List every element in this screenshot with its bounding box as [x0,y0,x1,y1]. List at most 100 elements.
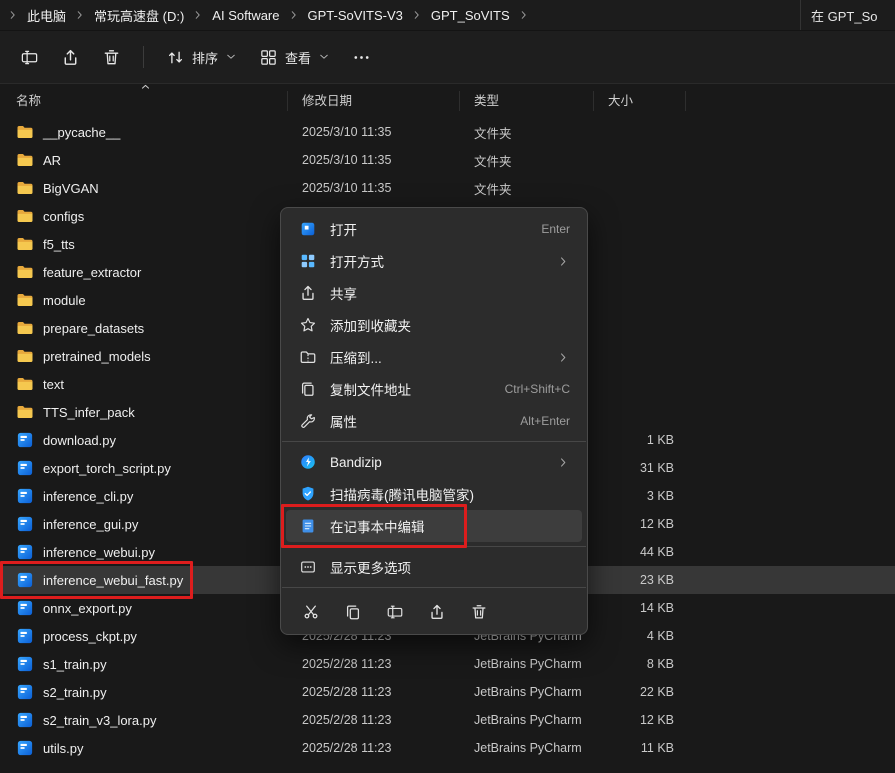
cut-button[interactable] [293,596,329,628]
menu-item-copy-file-path[interactable]: 复制文件地址 Ctrl+Shift+C [286,373,582,405]
toolbar: 排序 查看 [0,31,895,84]
trash-icon [470,603,488,621]
submenu-chevron-icon [557,456,570,469]
rename-icon [386,603,404,621]
zip-folder-icon [298,347,318,367]
menu-item-shortcut: Ctrl+Shift+C [505,382,570,396]
sort-button[interactable]: 排序 [156,39,247,75]
python-file-icon [16,543,34,561]
rename-button[interactable] [377,596,413,628]
file-name: AR [43,153,61,168]
file-date: 2025/2/28 11:23 [288,741,460,755]
wrench-icon [298,411,318,431]
menu-separator [282,587,586,588]
chevron-right-icon [7,9,19,21]
view-button[interactable]: 查看 [249,39,340,75]
chevron-right-icon [192,9,204,21]
python-file-icon [16,627,34,645]
file-row[interactable]: s2_train.py 2025/2/28 11:23 JetBrains Py… [0,678,895,706]
menu-item-scan-virus[interactable]: 扫描病毒(腾讯电脑管家) [286,478,582,510]
file-name: __pycache__ [43,125,120,140]
menu-item-label: 压缩到... [330,347,557,367]
breadcrumb-item[interactable]: 常玩高速盘 (D:) [87,3,191,28]
delete-button[interactable] [461,596,497,628]
search-input[interactable]: 在 GPT_So [800,0,895,30]
breadcrumb-bar: 此电脑 常玩高速盘 (D:) AI Software GPT-SoVITS-V3… [0,0,895,31]
share-button[interactable] [419,596,455,628]
file-row[interactable]: s2_train_v3_lora.py 2025/2/28 11:23 JetB… [0,706,895,734]
file-date: 2025/2/28 11:23 [288,657,460,671]
trash-icon [102,48,121,67]
python-file-icon [16,711,34,729]
breadcrumb-item[interactable]: GPT_SoVITS [424,5,517,26]
more-options-button[interactable] [342,39,381,75]
file-name: module [43,293,86,308]
file-date: 2025/3/10 11:35 [288,181,460,195]
file-row[interactable]: s1_train.py 2025/2/28 11:23 JetBrains Py… [0,650,895,678]
file-row[interactable]: BigVGAN 2025/3/10 11:35 文件夹 [0,174,895,202]
file-size: 1 KB [594,433,686,447]
menu-item-shortcut: Alt+Enter [520,414,570,428]
file-row[interactable]: utils.py 2025/2/28 11:23 JetBrains PyCha… [0,734,895,762]
folder-icon [16,263,34,281]
context-menu: 打开 Enter 打开方式 共享 添加到收藏夹 压缩到... 复制文件地址 Ct… [280,207,588,635]
scissors-icon [302,603,320,621]
column-header-date[interactable]: 修改日期 [288,91,460,111]
column-header-row: 名称 修改日期 类型 大小 [0,84,895,118]
more-options-icon [298,557,318,577]
file-name: utils.py [43,741,83,756]
menu-item-edit-in-notepad[interactable]: 在记事本中编辑 [286,510,582,542]
menu-item-open-with[interactable]: 打开方式 [286,245,582,277]
folder-icon [16,179,34,197]
share-icon [298,283,318,303]
delete-button[interactable] [92,39,131,75]
file-name: s2_train.py [43,685,107,700]
breadcrumb-item[interactable]: GPT-SoVITS-V3 [301,5,410,26]
file-name: process_ckpt.py [43,629,137,644]
sort-ascending-icon [140,81,151,92]
star-icon [298,315,318,335]
breadcrumb-item[interactable]: 此电脑 [20,3,73,28]
file-row[interactable]: __pycache__ 2025/3/10 11:35 文件夹 [0,118,895,146]
menu-item-open[interactable]: 打开 Enter [286,213,582,245]
file-name: f5_tts [43,237,75,252]
file-name: feature_extractor [43,265,141,280]
python-file-icon [16,515,34,533]
breadcrumb-item-label: 此电脑 [27,9,66,24]
folder-icon [16,123,34,141]
column-header-name[interactable]: 名称 [0,91,288,111]
menu-item-bandizip[interactable]: Bandizip [286,446,582,478]
file-size: 44 KB [594,545,686,559]
python-file-icon [16,683,34,701]
menu-item-shortcut: Enter [541,222,570,236]
context-menu-actions [281,592,587,630]
folder-icon [16,375,34,393]
file-type: 文件夹 [460,179,594,198]
file-name: TTS_infer_pack [43,405,135,420]
share-icon [61,48,80,67]
menu-item-show-more-options[interactable]: 显示更多选项 [286,551,582,583]
column-header-type[interactable]: 类型 [460,91,594,111]
file-type: JetBrains PyCharm [460,713,594,727]
column-header-size[interactable]: 大小 [594,91,686,111]
menu-item-add-to-favorites[interactable]: 添加到收藏夹 [286,309,582,341]
menu-item-label: 打开 [330,219,541,239]
share-button[interactable] [51,39,90,75]
grid-view-icon [259,48,278,67]
copy-path-icon [298,379,318,399]
view-label: 查看 [285,48,311,67]
file-type: JetBrains PyCharm [460,741,594,755]
python-file-icon [16,739,34,757]
menu-item-compress-to[interactable]: 压缩到... [286,341,582,373]
menu-item-share[interactable]: 共享 [286,277,582,309]
rename-button[interactable] [10,39,49,75]
copy-button[interactable] [335,596,371,628]
file-name: inference_webui.py [43,545,155,560]
breadcrumb-item[interactable]: AI Software [205,5,286,26]
file-name: inference_webui_fast.py [43,573,183,588]
toolbar-divider [143,46,144,68]
bandizip-icon [298,452,318,472]
menu-item-properties[interactable]: 属性 Alt+Enter [286,405,582,437]
file-size: 11 KB [594,741,686,755]
file-row[interactable]: AR 2025/3/10 11:35 文件夹 [0,146,895,174]
